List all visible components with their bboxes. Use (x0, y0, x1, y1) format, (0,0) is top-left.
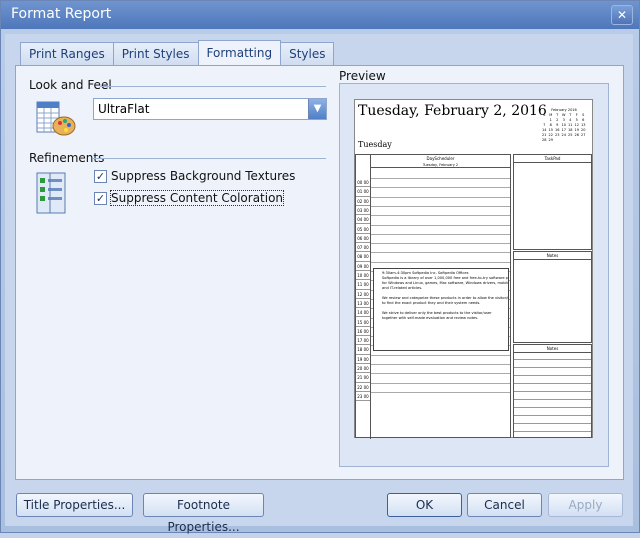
ok-button[interactable]: OK (387, 493, 462, 517)
slot-line (371, 354, 510, 356)
chevron-down-icon[interactable]: ▼ (308, 99, 326, 119)
slot-line (371, 196, 510, 198)
mini-calendar-grid: S M T W T F S 1 2 3 4 5 6 7 8 9 10 11 12 13 14 15 16 17 18 19 20 21… (541, 113, 587, 143)
slot-line (371, 178, 510, 179)
notes-lines-header: Notes (514, 345, 591, 353)
time-cell: 14 00 (356, 308, 370, 318)
notes-ruled-line (514, 383, 591, 384)
notes-ruled-line (514, 407, 591, 408)
time-cell: 22 00 (356, 383, 370, 392)
schedule-header: DayScheduler (426, 156, 455, 161)
title-properties-button[interactable]: Title Properties... (16, 493, 133, 517)
notes-ruled-line (514, 375, 591, 376)
mini-calendar-day (580, 138, 587, 143)
apply-button[interactable]: Apply (548, 493, 623, 517)
time-cell: 16 00 (356, 327, 370, 337)
notes-ruled-line (514, 423, 591, 424)
slot-line (371, 391, 510, 393)
appointment-line: together with self-made evaluation and r… (382, 316, 479, 320)
appointment-body: Softpedia is a library of over 1,000,000… (382, 276, 508, 321)
preview-date-heading: Tuesday, February 2, 2016 (358, 103, 547, 119)
checklist-icon (36, 172, 66, 214)
time-cell: 06 00 (356, 234, 370, 244)
time-cell: 05 00 (356, 225, 370, 234)
time-cell: 01 00 (356, 187, 370, 197)
taskpad-header: TaskPad (514, 155, 591, 163)
time-cell: 04 00 (356, 215, 370, 225)
tab-strip: Print Ranges Print Styles Formatting Sty… (20, 40, 335, 66)
time-cell: 08 00 (356, 252, 370, 262)
palette-icon (36, 101, 76, 136)
suppress-content-coloration-label: Suppress Content Coloration (109, 190, 285, 206)
slot-line (371, 187, 510, 189)
tab-styles[interactable]: Styles (280, 42, 335, 66)
time-cell: 11 00 (356, 280, 370, 290)
notes-lines-panel: Notes (513, 344, 592, 438)
tab-formatting[interactable]: Formatting (197, 40, 282, 66)
slot-line (371, 205, 510, 207)
notes-panel: Notes (513, 251, 592, 343)
preview-page: Tuesday, February 2, 2016 Tuesday Februa… (354, 99, 593, 439)
notes-ruled-line (514, 399, 591, 400)
time-cell: 15 00 (356, 318, 370, 327)
tab-print-styles[interactable]: Print Styles (112, 42, 199, 66)
notes-ruled-line (514, 391, 591, 392)
appointment[interactable]: 9:30am-4:30pm Softpedia Inc. Softpedia O… (373, 268, 509, 351)
suppress-background-textures-option[interactable]: ✓ Suppress Background Textures (94, 167, 295, 185)
suppress-content-coloration-option[interactable]: ✓ Suppress Content Coloration (94, 189, 285, 207)
time-cell: 20 00 (356, 364, 370, 374)
look-and-feel-separator (100, 86, 326, 87)
time-ruler: 00 00 01 00 02 00 03 00 04 00 05 00 06 00 07 00… (356, 155, 371, 439)
look-and-feel-select[interactable]: UltraFlat ▼ (93, 98, 327, 120)
time-cell: 09 00 (356, 262, 370, 271)
time-cell: 18 00 (356, 345, 370, 355)
tab-print-ranges[interactable]: Print Ranges (20, 42, 114, 66)
schedule-subheader: Tuesday, February 2 (371, 162, 510, 168)
preview-label: Preview (339, 69, 386, 83)
slot-line (371, 252, 510, 254)
suppress-background-textures-checkbox[interactable]: ✓ (94, 169, 107, 183)
time-cell: 23 00 (356, 392, 370, 402)
title-bar[interactable]: Format Report ✕ (1, 1, 639, 29)
slot-line (371, 382, 510, 384)
time-cell: 00 00 (356, 178, 370, 188)
time-cell: 12 00 (356, 290, 370, 299)
slot-line (371, 233, 510, 235)
time-cell: 19 00 (356, 355, 370, 364)
refinements-separator (92, 158, 326, 159)
mini-calendar: February 2016 S M T W T F S 1 2 3 4 5 6 7 8 9 10 11 12 13 14… (541, 108, 587, 143)
notes-header: Notes (514, 252, 591, 260)
cancel-button[interactable]: Cancel (467, 493, 542, 517)
slot-line (371, 224, 510, 226)
notes-ruled-line (514, 431, 591, 432)
notes-ruled-line (514, 367, 591, 368)
day-schedule-column: DayScheduler Tuesday, February 2 00 00 01… (355, 154, 511, 439)
time-cell: 03 00 (356, 206, 370, 216)
notes-ruled-line (514, 415, 591, 416)
time-cell: 21 00 (356, 373, 370, 383)
mini-calendar-week: 28 29 (541, 138, 587, 143)
close-button[interactable]: ✕ (611, 5, 633, 25)
taskpad-panel: TaskPad (513, 154, 592, 250)
slot-line (371, 261, 510, 263)
suppress-background-textures-label: Suppress Background Textures (111, 169, 296, 183)
time-cell: 13 00 (356, 299, 370, 309)
look-and-feel-value: UltraFlat (98, 102, 150, 116)
slot-line (371, 215, 510, 217)
preview-day-label: Tuesday (358, 140, 392, 149)
slot-line (371, 364, 510, 365)
window-title: Format Report (11, 6, 112, 22)
slot-line (371, 373, 510, 375)
time-cell: 10 00 (356, 271, 370, 281)
look-and-feel-label: Look and Feel (29, 78, 112, 92)
time-cell: 07 00 (356, 243, 370, 253)
slot-line (371, 243, 510, 245)
notes-ruled-line (514, 359, 591, 360)
footnote-properties-button[interactable]: Footnote Properties... (143, 493, 264, 534)
time-cell: 17 00 (356, 336, 370, 346)
time-cell: 02 00 (356, 197, 370, 206)
suppress-content-coloration-checkbox[interactable]: ✓ (94, 191, 107, 205)
